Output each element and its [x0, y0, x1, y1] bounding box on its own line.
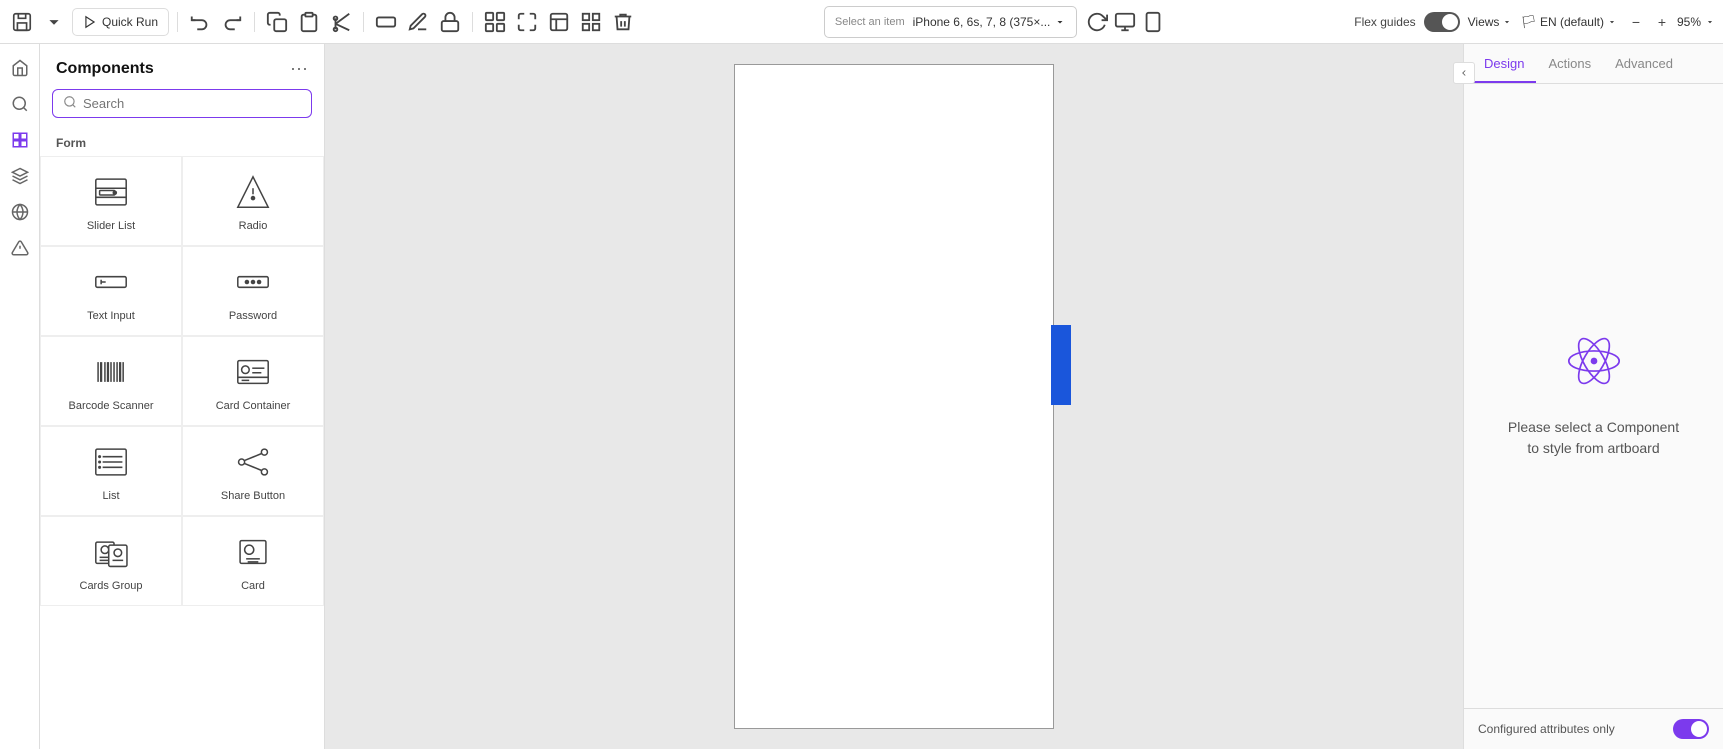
redo-button[interactable] [218, 8, 246, 36]
component-grid: Slider List Radio [40, 156, 324, 606]
component-item-password[interactable]: Password [182, 246, 324, 336]
blue-rect [1051, 325, 1071, 405]
group-button[interactable] [481, 8, 509, 36]
card-icon [231, 530, 275, 574]
dropdown-button[interactable] [40, 8, 68, 36]
list-label: List [102, 490, 119, 502]
zoom-level: 95% [1677, 15, 1701, 29]
password-label: Password [229, 310, 277, 322]
lock-button[interactable] [436, 8, 464, 36]
tab-advanced[interactable]: Advanced [1603, 44, 1685, 83]
right-panel: Design Actions Advanced Please select a … [1463, 44, 1723, 749]
components-list: Form Slider List [40, 128, 324, 749]
barcode-icon [89, 350, 133, 394]
wrap-button[interactable] [545, 8, 573, 36]
zoom-out-button[interactable]: − [1625, 11, 1647, 33]
sidebar-globe-button[interactable] [4, 196, 36, 228]
search-input[interactable] [83, 96, 301, 111]
toolbar-right: Flex guides Views 🏳 EN (default) − + 95% [1354, 11, 1715, 33]
paste-button[interactable] [295, 8, 323, 36]
component-item-card-container[interactable]: Card Container [182, 336, 324, 426]
share-button-icon [231, 440, 275, 484]
text-input-label: Text Input [87, 310, 135, 322]
component-item-card[interactable]: Card [182, 516, 324, 606]
panel-more-button[interactable]: ··· [290, 58, 308, 79]
phone-frame [734, 64, 1054, 729]
sidebar-search-button[interactable] [4, 88, 36, 120]
right-panel-tabs: Design Actions Advanced [1464, 44, 1723, 84]
language-button[interactable]: 🏳 EN (default) [1520, 14, 1617, 30]
device-selector-text: Select an item [835, 16, 905, 28]
cards-group-icon [89, 530, 133, 574]
undo-button[interactable] [186, 8, 214, 36]
zoom-controls: − + 95% [1625, 11, 1715, 33]
search-box [52, 89, 312, 118]
configured-label: Configured attributes only [1478, 722, 1615, 736]
components-panel: Components ··· Form [40, 44, 325, 749]
component-item-share-button[interactable]: Share Button [182, 426, 324, 516]
password-icon [231, 260, 275, 304]
save-button[interactable] [8, 8, 36, 36]
radio-label: Radio [239, 220, 268, 232]
barcode-label: Barcode Scanner [69, 400, 154, 412]
flex-guides-label: Flex guides [1354, 15, 1415, 29]
card-label: Card [241, 580, 265, 592]
pen-button[interactable] [404, 8, 432, 36]
icon-sidebar [0, 44, 40, 749]
component-item-slider-list[interactable]: Slider List [40, 156, 182, 246]
select-message: Please select a Component to style from … [1504, 417, 1684, 459]
mobile-view-button[interactable] [1139, 8, 1167, 36]
component-item-text-input[interactable]: Text Input [40, 246, 182, 336]
card-container-label: Card Container [216, 400, 291, 412]
canvas-area[interactable] [325, 44, 1463, 749]
component-item-barcode[interactable]: Barcode Scanner [40, 336, 182, 426]
cards-group-label: Cards Group [80, 580, 143, 592]
search-icon [63, 95, 77, 112]
radio-icon [231, 170, 275, 214]
cut-button[interactable] [327, 8, 355, 36]
device-selector[interactable]: Select an item iPhone 6, 6s, 7, 8 (375×.… [824, 6, 1077, 38]
refresh-button[interactable] [1083, 8, 1111, 36]
panel-header: Components ··· [40, 44, 324, 89]
share-button-label: Share Button [221, 490, 285, 502]
quick-run-button[interactable]: Quick Run [72, 8, 169, 36]
sidebar-components-button[interactable] [4, 124, 36, 156]
component-item-radio[interactable]: Radio [182, 156, 324, 246]
card-container-icon [231, 350, 275, 394]
slider-list-label: Slider List [87, 220, 135, 232]
configured-toggle[interactable] [1673, 719, 1709, 739]
section-label-form: Form [40, 132, 324, 156]
component-item-cards-group[interactable]: Cards Group [40, 516, 182, 606]
views-button[interactable]: Views [1468, 15, 1513, 29]
text-input-icon [89, 260, 133, 304]
sidebar-home-button[interactable] [4, 52, 36, 84]
sidebar-layers-button[interactable] [4, 160, 36, 192]
right-panel-content: Please select a Component to style from … [1464, 84, 1723, 708]
zoom-in-button[interactable]: + [1651, 11, 1673, 33]
copy-button[interactable] [263, 8, 291, 36]
device-current: iPhone 6, 6s, 7, 8 (375×... [913, 15, 1051, 29]
right-panel-footer: Configured attributes only [1464, 708, 1723, 749]
sidebar-alert-button[interactable] [4, 232, 36, 264]
label-button[interactable] [372, 8, 400, 36]
main-area: Components ··· Form [0, 44, 1723, 749]
toolbar: Quick Run Sel [0, 0, 1723, 44]
tab-actions[interactable]: Actions [1536, 44, 1603, 83]
slider-list-icon [89, 170, 133, 214]
atom-icon [1566, 333, 1622, 401]
panel-title: Components [56, 60, 154, 78]
tab-design[interactable]: Design [1472, 44, 1536, 83]
flex-guides-toggle[interactable] [1424, 12, 1460, 32]
component-item-list[interactable]: List [40, 426, 182, 516]
list-icon [89, 440, 133, 484]
collapse-panel-button[interactable] [1453, 62, 1475, 84]
desktop-view-button[interactable] [1111, 8, 1139, 36]
ungroup-button[interactable] [513, 8, 541, 36]
toolbar-center: Select an item iPhone 6, 6s, 7, 8 (375×.… [641, 6, 1350, 38]
delete-button[interactable] [609, 8, 637, 36]
grid-button[interactable] [577, 8, 605, 36]
